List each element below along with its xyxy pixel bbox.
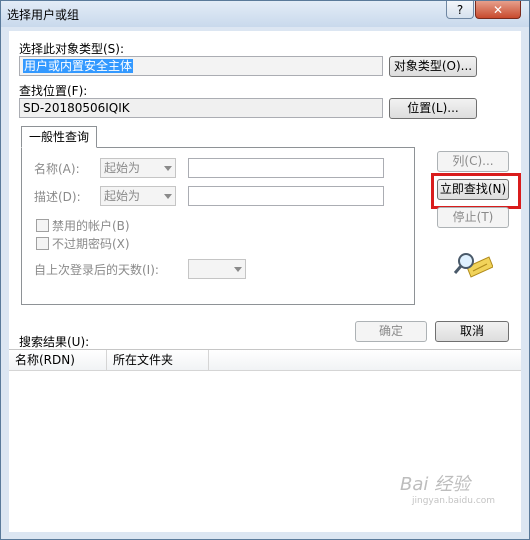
days-since-logon-select[interactable] [188,259,246,279]
search-magnifier-icon [453,253,493,278]
column-header-name[interactable]: 名称(RDN) [9,350,107,371]
highlight-box [431,173,521,209]
locations-button[interactable]: 位置(L)... [389,98,477,119]
watermark-url: jingyan.baidu.com [412,496,496,506]
name-label: 名称(A): [34,162,80,176]
days-since-logon-label: 自上次登录后的天数(I): [34,263,159,277]
name-mode-select[interactable]: 起始为 [100,158,176,178]
search-results-label: 搜索结果(U): [19,335,90,349]
help-button[interactable]: ? [446,1,474,19]
columns-button[interactable]: 列(C)... [437,151,509,172]
non-expiring-password-label: 不过期密码(X) [52,237,130,251]
description-input[interactable] [188,186,384,206]
ok-button[interactable]: 确定 [355,321,427,342]
disabled-accounts-label: 禁用的帐户(B) [52,219,130,233]
description-mode-select[interactable]: 起始为 [100,186,176,206]
location-label: 查找位置(F): [19,84,88,98]
stop-button[interactable]: 停止(T) [437,207,509,228]
column-header-folder[interactable]: 所在文件夹 [107,350,209,371]
name-mode-value: 起始为 [104,161,141,175]
object-types-button[interactable]: 对象类型(O)... [389,56,477,77]
non-expiring-password-checkbox[interactable] [36,237,49,250]
name-input[interactable] [188,158,384,178]
disabled-accounts-checkbox[interactable] [36,219,49,232]
object-type-field[interactable]: 用户或内置安全主体 [19,56,383,76]
location-field[interactable]: SD-20180506IQIK [19,98,383,118]
watermark-logo: Bai 经验 [400,474,471,495]
cancel-button[interactable]: 取消 [435,321,509,342]
title-bar: 选择用户或组 ? ✕ [1,1,529,27]
description-mode-value: 起始为 [104,189,141,203]
query-panel: 名称(A): 起始为 描述(D): 起始为 禁用的帐户(B) 不过期密码(X) … [21,147,415,305]
object-type-value: 用户或内置安全主体 [23,59,134,73]
chevron-down-icon [234,267,242,272]
chevron-down-icon [164,166,172,171]
chevron-down-icon [164,194,172,199]
close-button[interactable]: ✕ [475,1,521,19]
dialog-window: 选择用户或组 ? ✕ 选择此对象类型(S): 用户或内置安全主体 对象类型(O)… [0,0,530,540]
dialog-body: 选择此对象类型(S): 用户或内置安全主体 对象类型(O)... 查找位置(F)… [9,31,521,532]
description-label: 描述(D): [34,190,81,204]
tab-common-queries[interactable]: 一般性查询 [21,126,97,148]
window-title: 选择用户或组 [7,8,80,22]
object-type-label: 选择此对象类型(S): [19,42,125,56]
column-header-filler [209,350,521,371]
